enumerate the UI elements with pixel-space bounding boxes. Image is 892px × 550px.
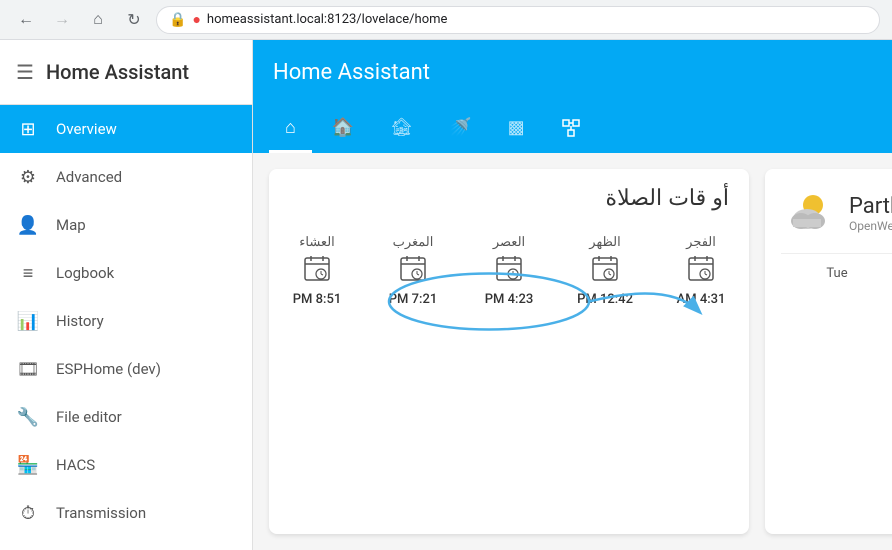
- prayer-time-العشاء: العشاء 8:51 PM: [269, 227, 365, 315]
- sidebar-item-label-transmission: Transmission: [56, 504, 146, 522]
- sidebar-item-icon-logbook: ≡: [16, 263, 40, 284]
- weather-icon: [781, 185, 837, 241]
- weather-days: TueWedThuSat: [781, 253, 892, 285]
- sidebar-item-label-hacs: HACS: [56, 456, 95, 474]
- sidebar-item-icon-history: 📊: [16, 311, 40, 332]
- main-header-title: Home Assistant: [273, 60, 430, 85]
- tab-monitor[interactable]: ▩: [492, 105, 541, 153]
- sidebar-item-file-editor[interactable]: 🔧 File editor: [0, 393, 252, 441]
- sidebar-item-icon-hacs: 🏪: [16, 455, 40, 476]
- prayer-time-المغرب: المغرب 7:21 PM: [365, 227, 461, 315]
- prayer-time-الظهر: الظهر 12:42 PM: [557, 227, 653, 315]
- prayer-calendar-icon: [591, 254, 619, 288]
- sidebar-item-icon-transmission: ⏱: [16, 503, 40, 524]
- home-button[interactable]: ⌂: [84, 6, 112, 34]
- lock-icon: 🔒: [169, 12, 186, 28]
- sidebar-item-label-map: Map: [56, 216, 86, 234]
- sidebar-items-container: ⊞ Overview ⚙ Advanced 👤 Map ≡ Logbook 📊 History 🎞 E…: [0, 105, 252, 537]
- prayer-time-value: 12:42 PM: [577, 292, 633, 307]
- prayer-time-value: 4:23 PM: [485, 292, 534, 307]
- sidebar-title: Home Assistant: [46, 60, 189, 84]
- content-area: أو قات الصلاة الفجر 4:31 AMالظهر 12:42 P…: [253, 153, 892, 550]
- sidebar-item-label-advanced: Advanced: [56, 168, 122, 186]
- prayer-name-label: العشاء: [299, 235, 335, 250]
- prayer-times-card: أو قات الصلاة الفجر 4:31 AMالظهر 12:42 P…: [269, 169, 749, 534]
- sidebar-item-history[interactable]: 📊 History: [0, 297, 252, 345]
- sidebar-item-label-esphome: ESPHome (dev): [56, 360, 161, 378]
- sidebar-menu-icon[interactable]: ☰: [16, 60, 34, 84]
- network-icon: [561, 118, 581, 138]
- forward-button[interactable]: →: [48, 6, 76, 34]
- favicon: ●: [192, 11, 200, 28]
- sidebar-item-label-logbook: Logbook: [56, 264, 114, 282]
- address-bar[interactable]: 🔒 ● homeassistant.local:8123/lovelace/ho…: [156, 6, 880, 34]
- sidebar-item-transmission[interactable]: ⏱ Transmission: [0, 489, 252, 537]
- prayer-time-value: 8:51 PM: [293, 292, 342, 307]
- prayer-time-الفجر: الفجر 4:31 AM: [653, 227, 749, 315]
- prayer-calendar-icon: [687, 254, 715, 288]
- sidebar-item-logbook[interactable]: ≡ Logbook: [0, 249, 252, 297]
- sidebar-item-icon-overview: ⊞: [16, 119, 40, 140]
- prayer-time-value: 7:21 PM: [389, 292, 438, 307]
- sidebar-item-advanced[interactable]: ⚙ Advanced: [0, 153, 252, 201]
- weather-info: Partly cloudy OpenWeatherMap: [849, 194, 892, 233]
- sidebar-item-map[interactable]: 👤 Map: [0, 201, 252, 249]
- sidebar-item-icon-file-editor: 🔧: [16, 407, 40, 428]
- back-button[interactable]: ←: [12, 6, 40, 34]
- prayer-time-العصر: العصر 4:23 PM: [461, 227, 557, 315]
- sidebar-item-label-history: History: [56, 312, 104, 330]
- main-header: Home Assistant: [253, 40, 892, 105]
- prayer-calendar-icon: [399, 254, 427, 288]
- url-text: homeassistant.local:8123/lovelace/home: [207, 12, 448, 27]
- sidebar-item-label-file-editor: File editor: [56, 408, 122, 426]
- sidebar-item-icon-map: 👤: [16, 215, 40, 236]
- sidebar-item-esphome[interactable]: 🎞 ESPHome (dev): [0, 345, 252, 393]
- prayer-header: أو قات الصلاة: [269, 169, 749, 219]
- sidebar-item-icon-advanced: ⚙: [16, 167, 40, 188]
- sidebar-header: ☰ Home Assistant: [0, 40, 252, 105]
- sidebar-item-label-overview: Overview: [56, 120, 117, 138]
- tab-building[interactable]: 🏚: [374, 105, 429, 153]
- browser-chrome: ← → ⌂ ↻ 🔒 ● homeassistant.local:8123/lov…: [0, 0, 892, 40]
- prayer-time-value: 4:31 AM: [677, 292, 726, 307]
- tab-bath[interactable]: 🚿: [433, 105, 487, 153]
- tab-bar: ⌂ 🏠 🏚 🚿 ▩: [253, 105, 892, 153]
- sidebar: ☰ Home Assistant ⊞ Overview ⚙ Advanced 👤 Map ≡…: [0, 40, 253, 550]
- prayer-name-label: الظهر: [589, 235, 620, 250]
- prayer-times-grid: الفجر 4:31 AMالظهر 12:42 PMالعصر 4:23 PM…: [269, 219, 749, 331]
- app-layout: ☰ Home Assistant ⊞ Overview ⚙ Advanced 👤 Map ≡…: [0, 40, 892, 550]
- prayer-name-label: الفجر: [686, 235, 716, 250]
- tab-home2[interactable]: 🏠: [316, 105, 370, 153]
- prayer-title: أو قات الصلاة: [289, 185, 729, 211]
- tab-network[interactable]: [545, 105, 597, 153]
- weather-main: Partly cloudy OpenWeatherMap 27.1°C 28.6…: [781, 185, 892, 241]
- weather-source: OpenWeatherMap: [849, 219, 892, 233]
- sidebar-item-overview[interactable]: ⊞ Overview: [0, 105, 252, 153]
- prayer-calendar-icon: [303, 254, 331, 288]
- prayer-name-label: العصر: [493, 235, 525, 250]
- reload-button[interactable]: ↻: [120, 6, 148, 34]
- prayer-name-label: المغرب: [393, 235, 434, 250]
- weather-condition: Partly cloudy: [849, 194, 892, 219]
- sidebar-item-icon-esphome: 🎞: [16, 359, 40, 380]
- weather-card: Partly cloudy OpenWeatherMap 27.1°C 28.6…: [765, 169, 892, 534]
- weather-day-tue: Tue: [781, 262, 892, 285]
- main-content: Home Assistant ⌂ 🏠 🏚 🚿 ▩: [253, 40, 892, 550]
- prayer-calendar-icon: [495, 254, 523, 288]
- tab-home[interactable]: ⌂: [269, 105, 312, 153]
- sidebar-item-hacs[interactable]: 🏪 HACS: [0, 441, 252, 489]
